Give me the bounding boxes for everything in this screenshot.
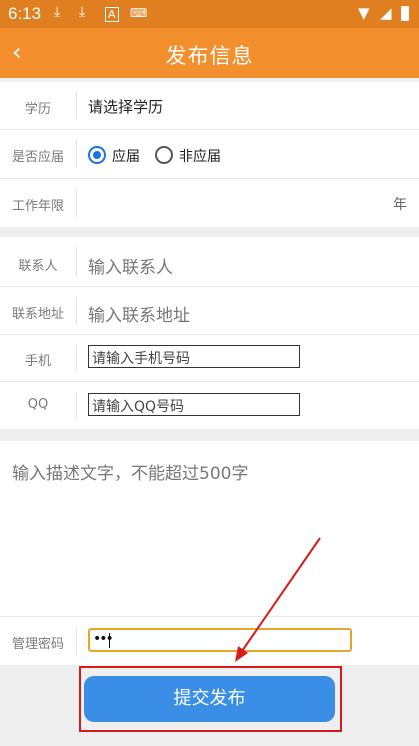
divider [76,392,77,419]
download-icon: ⤓ [54,4,61,20]
address-input[interactable]: 输入联系地址 [88,301,190,326]
address-row: 联系地址 输入联系地址 [0,287,419,335]
divider [76,297,77,324]
contact-row: 联系人 输入联系人 [0,237,419,287]
wifi-icon: ▼ [358,4,370,22]
graduate-yes-label[interactable]: 应届 [112,146,140,166]
divider [76,627,77,655]
status-time: 6:13 [8,4,42,23]
education-row[interactable]: 学历 请选择学历 [0,82,419,130]
work-years-label: 工作年限 [11,199,64,214]
divider [76,345,77,371]
phone-input[interactable]: 请输入手机号码 [88,345,300,368]
signal-icon: ◢ [380,4,392,22]
password-row: 管理密码 ••• [0,617,419,665]
contact-input[interactable]: 输入联系人 [88,253,173,278]
work-years-row[interactable]: 工作年限 年 [0,179,419,227]
text-cursor [109,633,110,648]
phone-label: 手机 [24,354,51,369]
graduate-no-radio[interactable] [155,146,173,164]
graduate-no-label[interactable]: 非应届 [179,146,221,166]
description-placeholder: 输入描述文字，不能超过500字 [12,464,249,484]
app-bar: ‹ 发布信息 [0,28,419,78]
description-section: 输入描述文字，不能超过500字 管理密码 ••• [0,441,419,665]
password-input[interactable]: ••• [88,628,352,652]
download-icon: ⤓ [79,4,86,20]
work-years-unit: 年 [393,197,407,213]
contact-section: 联系人 输入联系人 联系地址 输入联系地址 手机 请输入手机号码 QQ 请输入Q… [0,237,419,429]
font-icon: A [105,7,119,22]
education-label: 学历 [24,102,51,117]
graduate-row: 是否应届 应届 非应届 [0,130,419,179]
page-title: 发布信息 [165,44,254,68]
graduate-label: 是否应届 [11,150,64,165]
basic-info-section: 学历 请选择学历 是否应届 应届 非应届 工作年限 年 [0,82,419,227]
education-select[interactable]: 请选择学历 [88,96,163,117]
qq-row: QQ 请输入QQ号码 [0,382,419,429]
status-bar: 6:13 ⤓ ⤓ A ⌨ ▼ ◢ [0,0,419,28]
contact-label: 联系人 [18,259,58,274]
phone-row: 手机 请输入手机号码 [0,335,419,382]
qq-label: QQ [27,397,49,412]
qq-input[interactable]: 请输入QQ号码 [88,393,300,416]
keyboard-icon: ⌨ [130,6,148,20]
divider [76,189,77,217]
battery-icon [401,6,409,21]
divider [76,247,77,276]
address-label: 联系地址 [11,307,64,322]
divider [76,92,77,119]
graduate-yes-radio[interactable] [88,146,106,164]
annotation-highlight-box [79,666,342,732]
password-label: 管理密码 [11,637,64,652]
work-years-input[interactable] [90,187,380,219]
description-input[interactable]: 输入描述文字，不能超过500字 [0,441,419,617]
divider [76,140,77,168]
